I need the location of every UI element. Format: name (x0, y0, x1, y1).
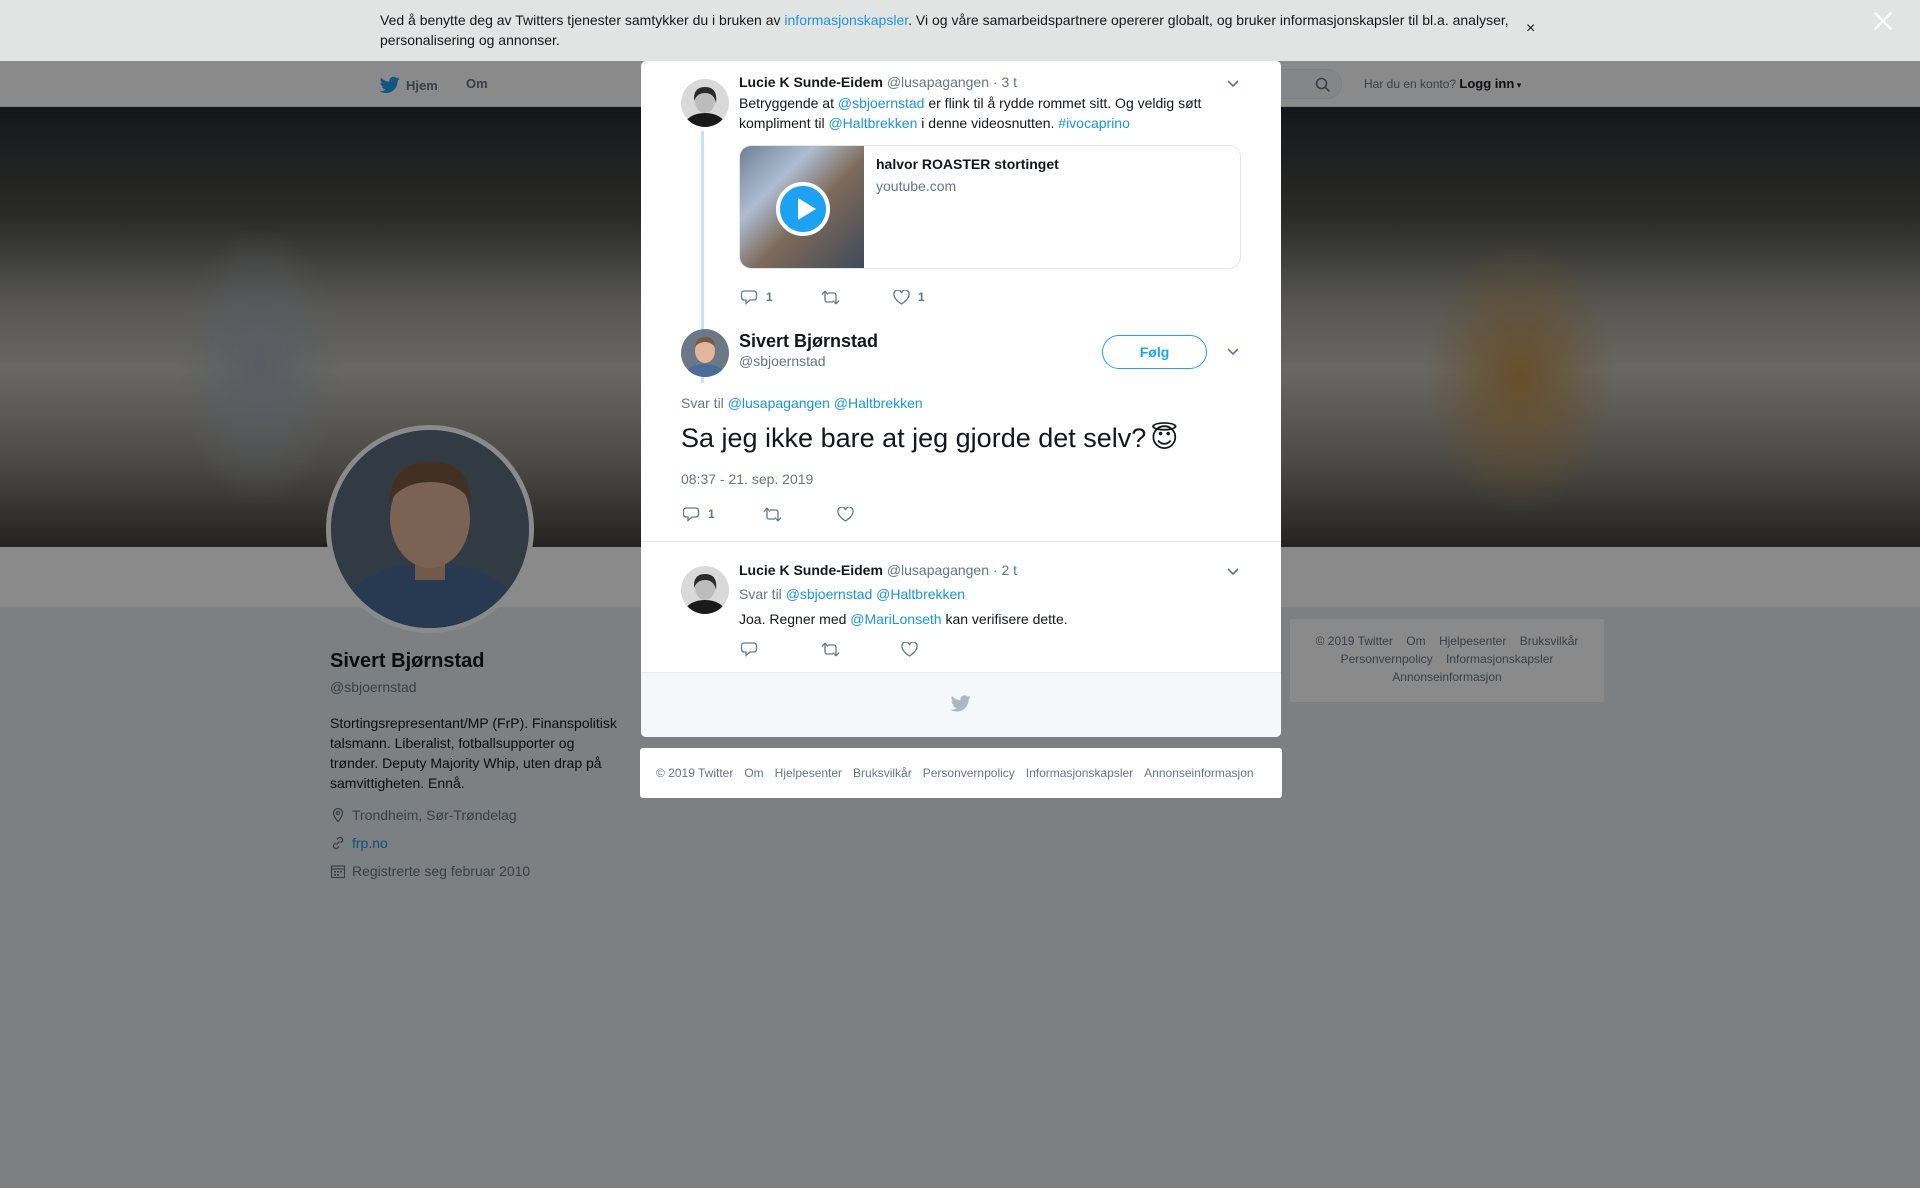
modal-footer-terms[interactable]: Bruksvilkår (853, 766, 912, 780)
card-thumbnail (740, 146, 864, 268)
tweet3-reply-to: Svar til @sbjoernstad @Haltbrekken (739, 586, 965, 602)
main-retweet-button[interactable] (763, 507, 837, 522)
follow-button[interactable]: Følg (1102, 335, 1207, 369)
tweet1-reply-count: 1 (766, 290, 773, 304)
tweet3-author[interactable]: Lucie K Sunde-Eidem (739, 562, 883, 578)
modal-footer-privacy[interactable]: Personvernpolicy (923, 766, 1015, 780)
modal-footer-about[interactable]: Om (744, 766, 763, 780)
tweet3-avatar-image (681, 566, 729, 614)
modal-footer: © 2019 Twitter Om Hjelpesenter Bruksvilk… (640, 748, 1282, 798)
main-reply-to-label: Svar til (681, 395, 724, 411)
close-icon (1873, 11, 1893, 31)
tweet3-text: Joa. Regner med @MariLonseth kan verifis… (739, 609, 1229, 629)
tweet3-chevron-down-icon[interactable] (1223, 561, 1243, 581)
tweet1-handle[interactable]: @lusapagangen (887, 74, 989, 90)
tweet3-reply-to-haltbrekken[interactable]: @Haltbrekken (876, 586, 965, 602)
main-like-button[interactable] (837, 506, 854, 522)
modal-footer-ads[interactable]: Annonseinformasjon (1144, 766, 1253, 780)
main-tweet-name[interactable]: Sivert Bjørnstad (739, 331, 878, 352)
tweet1-text-a: Betryggende at (739, 95, 838, 111)
modal-footer-cookies[interactable]: Informasjonskapsler (1026, 766, 1133, 780)
tweet1-chevron-down-icon[interactable] (1223, 73, 1243, 93)
reply-icon (683, 507, 700, 522)
tweet3-reply-to-sbjoernstad[interactable]: @sbjoernstad (786, 586, 873, 602)
twitter-bird-icon (951, 695, 971, 712)
main-tweet-actions: 1 (683, 506, 854, 522)
tweet1-like-count: 1 (918, 290, 925, 304)
play-icon[interactable] (776, 182, 830, 236)
tweet3-actions (741, 641, 918, 657)
link-card[interactable]: halvor ROASTER stortinget youtube.com (739, 145, 1241, 269)
main-tweet-handle[interactable]: @sbjoernstad (739, 353, 826, 369)
heart-icon (893, 289, 910, 305)
cookie-banner-text: Ved å benytte deg av Twitters tjenester … (380, 10, 1520, 50)
tweet3-text-b: kan verifisere dette. (941, 611, 1068, 627)
cookie-link[interactable]: informasjonskapsler (784, 12, 908, 28)
tweet3-like-button[interactable] (901, 641, 918, 657)
heart-icon (837, 506, 854, 522)
card-domain: youtube.com (876, 178, 957, 194)
tweet1-hashtag[interactable]: #ivocaprino (1058, 115, 1130, 131)
divider (641, 541, 1281, 542)
tweet3-time[interactable]: · 2 t (993, 562, 1017, 578)
main-reply-count: 1 (708, 507, 715, 521)
angel-emoji-icon: 😇 (1150, 423, 1179, 453)
main-tweet-chevron-down-icon[interactable] (1223, 341, 1243, 361)
tweet1-mention-sbjoernstad[interactable]: @sbjoernstad (838, 95, 925, 111)
tweet1-author[interactable]: Lucie K Sunde-Eidem (739, 74, 883, 90)
retweet-icon (821, 642, 840, 656)
cookie-close-button[interactable]: × (1526, 20, 1535, 38)
heart-icon (901, 641, 918, 657)
card-title: halvor ROASTER stortinget (876, 156, 1059, 172)
tweet1-header: Lucie K Sunde-Eidem @lusapagangen · 3 t (739, 74, 1017, 90)
cookie-text-before: Ved å benytte deg av Twitters tjenester … (380, 12, 785, 28)
main-tweet-text-body: Sa jeg ikke bare at jeg gjorde det selv? (681, 423, 1147, 453)
main-tweet-reply-to: Svar til @lusapagangen @Haltbrekken (681, 395, 923, 411)
retweet-icon (821, 290, 840, 304)
main-tweet-author[interactable]: Sivert Bjørnstad (739, 331, 878, 351)
tweet3-mention-marilonseth[interactable]: @MariLonseth (850, 611, 941, 627)
main-tweet-text: Sa jeg ikke bare at jeg gjorde det selv?… (681, 423, 1178, 454)
reply-icon (741, 290, 758, 305)
modal-footer-copyright: © 2019 Twitter (656, 766, 734, 780)
tweet1-retweet-button[interactable] (821, 290, 893, 305)
tweet1-avatar[interactable] (681, 79, 729, 127)
tweet1-avatar-image (681, 79, 729, 127)
tweet1-time[interactable]: · 3 t (993, 74, 1017, 90)
tweet1-text-c: i denne videosnutten. (917, 115, 1059, 131)
tweet1-reply-button[interactable]: 1 (741, 289, 821, 305)
tweet1-mention-haltbrekken[interactable]: @Haltbrekken (828, 115, 917, 131)
tweet1-like-button[interactable]: 1 (893, 289, 925, 305)
tweet3-avatar[interactable] (681, 566, 729, 614)
modal-footer-help[interactable]: Hjelpesenter (775, 766, 842, 780)
main-reply-to-haltbrekken[interactable]: @Haltbrekken (834, 395, 923, 411)
main-tweet-avatar[interactable] (681, 329, 729, 377)
main-tweet-avatar-image (681, 329, 729, 377)
reply-icon (741, 642, 758, 657)
modal-close-button[interactable] (1873, 11, 1893, 36)
tweet3-text-a: Joa. Regner med (739, 611, 851, 627)
tweet-modal: Lucie K Sunde-Eidem @lusapagangen · 3 t … (641, 61, 1281, 737)
tweet1-text: Betryggende at @sbjoernstad er flink til… (739, 93, 1229, 133)
modal-bottom-bar (641, 672, 1281, 737)
main-reply-button[interactable]: 1 (683, 506, 763, 522)
main-reply-to-lusapagangen[interactable]: @lusapagangen (728, 395, 830, 411)
tweet3-handle[interactable]: @lusapagangen (887, 562, 989, 578)
tweet3-reply-button[interactable] (741, 641, 821, 657)
tweet3-retweet-button[interactable] (821, 642, 901, 657)
tweet3-reply-to-label: Svar til (739, 586, 782, 602)
retweet-icon (763, 507, 782, 521)
tweet3-header: Lucie K Sunde-Eidem @lusapagangen · 2 t (739, 562, 1017, 578)
tweet1-actions: 1 1 (741, 289, 925, 305)
main-tweet-timestamp[interactable]: 08:37 - 21. sep. 2019 (681, 471, 813, 487)
